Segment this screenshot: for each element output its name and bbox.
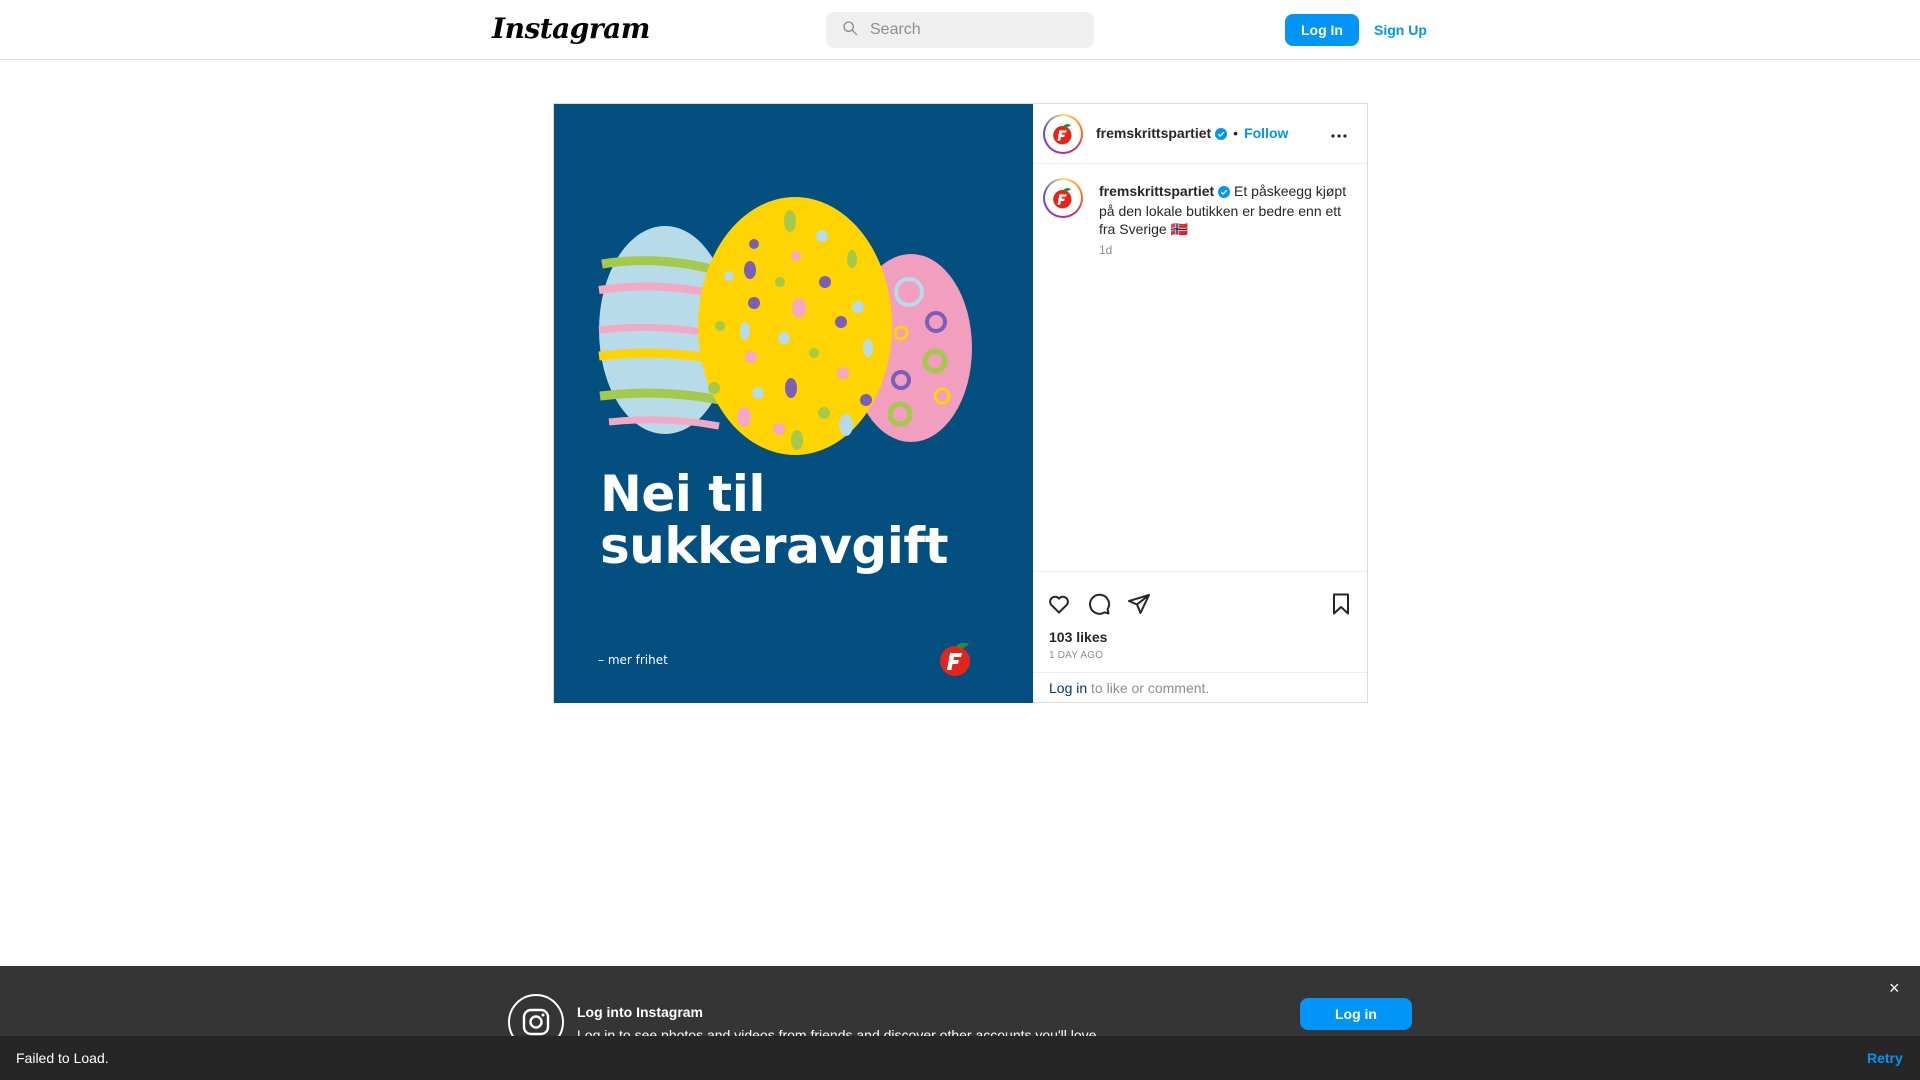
login-prompt: Log in to like or comment. [1033, 672, 1367, 703]
post-header: fremskrittspartiet • Follow [1033, 104, 1367, 164]
save-bookmark-icon[interactable] [1329, 592, 1353, 616]
search-icon [842, 20, 858, 41]
post-card: Nei til sukkeravgift – mer frihet fremsk… [553, 103, 1368, 703]
post-image[interactable]: Nei til sukkeravgift – mer frihet [554, 104, 1033, 703]
login-button[interactable]: Log In [1285, 14, 1359, 46]
post-actions: 103 likes 1 DAY AGO [1033, 571, 1367, 687]
caption-avatar[interactable] [1043, 178, 1083, 218]
author-avatar[interactable] [1043, 114, 1083, 154]
search-box[interactable] [826, 12, 1094, 48]
party-logo-icon [938, 641, 974, 682]
like-heart-icon[interactable] [1047, 592, 1071, 616]
post-caption: fremskrittspartiet Et påskeegg kjøpt på … [1099, 182, 1349, 238]
image-headline-line1: Nei til [600, 465, 765, 523]
more-options-icon[interactable] [1327, 124, 1351, 148]
top-nav: Instagram Log In Sign Up [0, 0, 1920, 60]
follow-button[interactable]: Follow [1244, 125, 1288, 141]
verified-badge-icon [1218, 184, 1231, 202]
easter-eggs-illustration [598, 197, 972, 455]
login-prompt-text: to like or comment. [1087, 680, 1210, 696]
instagram-logo[interactable]: Instagram [492, 12, 650, 45]
signup-link[interactable]: Sign Up [1370, 14, 1431, 46]
caption-time: 1d [1099, 243, 1113, 257]
caption-username[interactable]: fremskrittspartiet [1099, 183, 1214, 199]
post-sidebar: fremskrittspartiet • Follow fremskrittspar… [1033, 104, 1367, 703]
likes-count[interactable]: 103 likes [1049, 629, 1107, 645]
login-link[interactable]: Log in [1049, 680, 1087, 696]
image-tagline: – mer frihet [598, 653, 668, 667]
image-headline-line2: sukkeravgift [600, 517, 949, 575]
author-line: fremskrittspartiet • Follow [1096, 125, 1288, 145]
search-input[interactable] [870, 21, 1070, 39]
close-icon[interactable]: × [1889, 978, 1900, 999]
retry-button[interactable]: Retry [1867, 1050, 1903, 1066]
separator-dot: • [1233, 125, 1239, 141]
error-toast: Failed to Load. Retry [0, 1036, 1920, 1080]
banner-login-button[interactable]: Log in [1300, 998, 1412, 1030]
comment-icon[interactable] [1087, 592, 1111, 616]
image-headline: Nei til sukkeravgift [600, 465, 949, 575]
login-banner: × Log into Instagram Log in to see photo… [0, 966, 1920, 1050]
banner-title: Log into Instagram [577, 1004, 703, 1020]
verified-badge-icon [1215, 127, 1228, 145]
author-username[interactable]: fremskrittspartiet [1096, 125, 1211, 141]
share-send-icon[interactable] [1127, 592, 1151, 616]
post-age: 1 DAY AGO [1049, 650, 1104, 661]
toast-message: Failed to Load. [16, 1050, 109, 1066]
